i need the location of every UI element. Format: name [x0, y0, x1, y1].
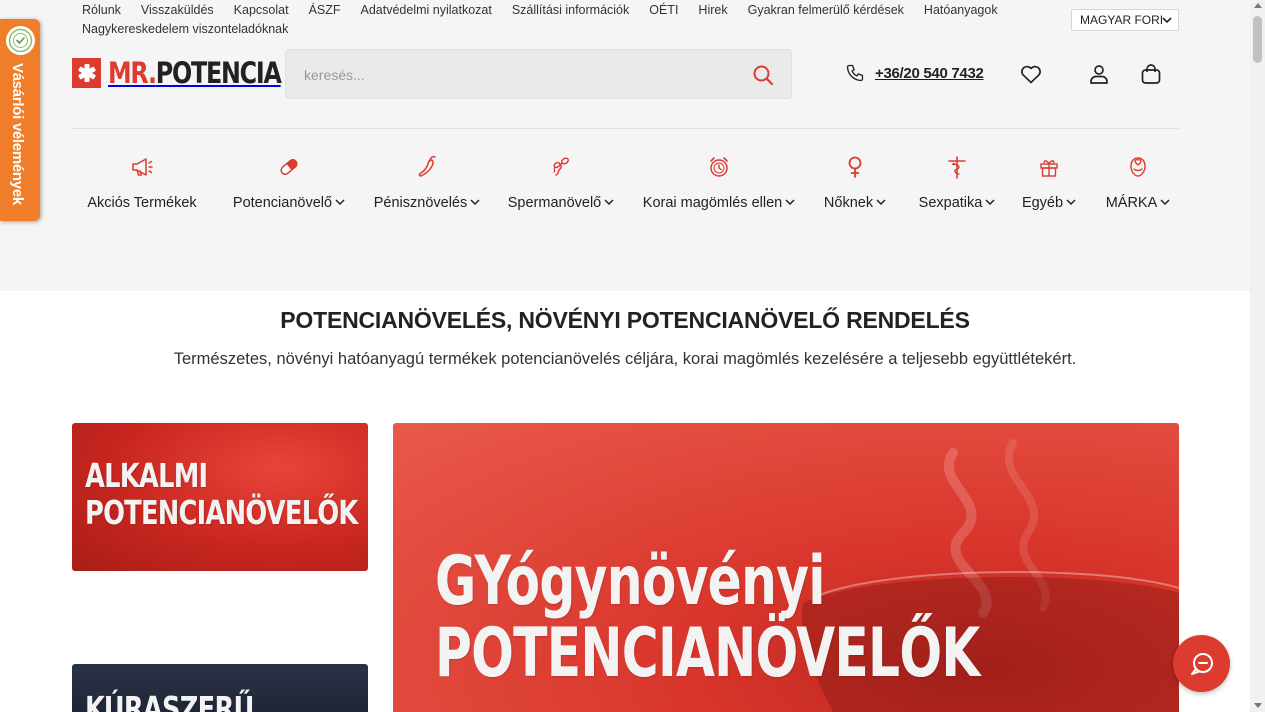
top-link-szallitasi[interactable]: Szállítási információk — [512, 2, 629, 19]
search-box — [285, 49, 792, 99]
reviews-tab-label: Vásárlói vélemények — [9, 63, 26, 205]
nav-label-text: MÁRKA — [1105, 195, 1158, 211]
phone-contact[interactable]: +36/20 540 7432 — [845, 63, 984, 83]
chevron-down-icon — [1160, 199, 1170, 206]
logo-name: POTENCIA — [155, 56, 282, 90]
nav-label-text: Egyéb — [1021, 195, 1064, 211]
nav-item-sexpatika[interactable]: Sexpatika — [911, 154, 1003, 214]
female-symbol-icon — [848, 156, 862, 178]
nav-label: Sexpatika — [911, 195, 1003, 211]
page-subtitle: Természetes, növényi hatóanyagú termékek… — [173, 350, 1077, 368]
logo-mr: MR. — [108, 56, 157, 90]
nav-label-text: Nőknek — [823, 195, 874, 211]
chevron-down-icon — [1066, 199, 1076, 206]
site-logo[interactable]: MR.POTENCIA — [72, 58, 319, 88]
page-scrollbar[interactable] — [1250, 0, 1265, 712]
phone-icon — [846, 64, 864, 82]
search-input[interactable] — [304, 64, 734, 86]
nav-item-noknek[interactable]: Nőknek — [819, 154, 891, 214]
cart-icon[interactable] — [1139, 62, 1163, 86]
nav-label: Nőknek — [819, 195, 891, 211]
nav-label: Egyéb — [1018, 195, 1080, 211]
top-link-visszakuldes[interactable]: Visszaküldés — [141, 2, 214, 19]
nav-label-text: Spermanövelő — [507, 195, 602, 211]
banner-gyogynovenyi[interactable]: GYógynövényi POTENCIANÖVELŐK — [393, 423, 1179, 712]
reviews-side-tab[interactable]: Vásárlói vélemények — [0, 19, 40, 221]
language-select-value: MAGYAR FORI — [1080, 13, 1164, 27]
top-link-aszf[interactable]: ÁSZF — [309, 2, 341, 19]
top-link-adatvedelmi[interactable]: Adatvédelmi nyilatkozat — [361, 2, 492, 19]
nav-label: Potencianövelő — [227, 195, 351, 211]
banner-title-line: GYógynövényi — [435, 542, 825, 621]
trust-badge-icon — [6, 26, 35, 55]
heart-icon[interactable] — [1019, 62, 1043, 86]
banner-title-line: POTENCIANÖVELŐK — [85, 492, 358, 532]
nav-label: Korai magömlés ellen — [640, 195, 798, 211]
nav-item-spermanovelo[interactable]: Spermanövelő — [504, 154, 618, 214]
chevron-down-icon — [785, 199, 795, 206]
chevron-down-icon — [876, 199, 886, 206]
top-link-rolunk[interactable]: Rólunk — [82, 2, 121, 19]
megaphone-icon — [132, 158, 153, 176]
page-title: POTENCIANÖVELÉS, NÖVÉNYI POTENCIANÖVELŐ … — [280, 307, 970, 333]
top-link-kapcsolat[interactable]: Kapcsolat — [234, 2, 289, 19]
nav-label-text: Sexpatika — [918, 195, 983, 211]
pill-icon — [280, 159, 298, 175]
chevron-down-icon — [335, 199, 345, 206]
header-area — [0, 0, 1250, 291]
nav-label-text: Pénisznövelés — [373, 195, 468, 211]
logo-wordmark: MR.POTENCIA — [108, 56, 282, 90]
banner-alkalmi[interactable]: ALKALMI POTENCIANÖVELŐK — [72, 423, 368, 571]
scroll-down-icon[interactable] — [1254, 703, 1262, 708]
scroll-up-icon[interactable] — [1254, 3, 1262, 8]
chat-button[interactable] — [1173, 635, 1230, 692]
nav-label-text: Potencianövelő — [232, 195, 333, 211]
nav-item-marka[interactable]: MÁRKA — [1102, 154, 1174, 214]
banner-title: GYógynövényi POTENCIANÖVELŐK — [435, 542, 980, 694]
header-divider — [72, 128, 1179, 129]
nav-label: Spermanövelő — [504, 195, 618, 211]
alarm-clock-icon — [710, 157, 728, 177]
top-link-hatoanyagok[interactable]: Hatóanyagok — [924, 2, 998, 19]
hand-heart-icon — [1130, 157, 1146, 177]
logo-cross-icon — [72, 58, 101, 88]
nav-item-korai-magomles[interactable]: Korai magömlés ellen — [640, 154, 798, 214]
nav-item-akcios[interactable]: Akciós Termékek — [82, 154, 202, 214]
user-icon[interactable] — [1087, 62, 1111, 86]
chevron-down-icon — [604, 199, 614, 206]
top-link-hirek[interactable]: Hirek — [698, 2, 727, 19]
gift-icon — [1040, 160, 1058, 177]
scrollbar-thumb[interactable] — [1253, 16, 1262, 63]
top-link-gyik[interactable]: Gyakran felmerülő kérdések — [748, 2, 904, 19]
chili-pepper-icon — [418, 155, 436, 177]
top-links-bar: Rólunk Visszaküldés Kapcsolat ÁSZF Adatv… — [82, 2, 1042, 38]
nav-item-egyeb[interactable]: Egyéb — [1018, 154, 1080, 214]
nav-label: Pénisznövelés — [371, 195, 483, 211]
nav-label: MÁRKA — [1102, 195, 1174, 211]
banner-title-line: KÚRASZERŰ — [85, 689, 254, 712]
phone-number: +36/20 540 7432 — [875, 64, 984, 82]
top-link-nagykereskedelem[interactable]: Nagykereskedelem viszonteladóknak — [82, 21, 288, 38]
language-select[interactable]: MAGYAR FORI — [1071, 9, 1179, 31]
chat-icon — [1190, 652, 1213, 675]
nav-label-text: Korai magömlés ellen — [642, 195, 783, 211]
nav-item-potencianovelo[interactable]: Potencianövelő — [227, 154, 351, 214]
banner-kuraszeru[interactable]: KÚRASZERŰ — [72, 664, 368, 712]
chevron-down-icon — [470, 199, 480, 206]
banner-title: KÚRASZERŰ — [85, 689, 254, 712]
chevron-down-icon — [985, 199, 995, 206]
banner-title: ALKALMI POTENCIANÖVELŐK — [85, 456, 358, 532]
nav-label: Akciós Termékek — [87, 195, 197, 211]
search-icon[interactable] — [752, 64, 774, 86]
sperm-icon — [553, 157, 569, 176]
chevron-down-icon — [1162, 17, 1172, 24]
nav-item-penisznoveles[interactable]: Pénisznövelés — [371, 154, 483, 214]
banner-title-line: POTENCIANÖVELŐK — [435, 614, 980, 694]
top-link-oeti[interactable]: OÉTI — [649, 2, 678, 19]
caduceus-icon — [948, 156, 966, 179]
banner-title-line: ALKALMI — [85, 456, 208, 495]
